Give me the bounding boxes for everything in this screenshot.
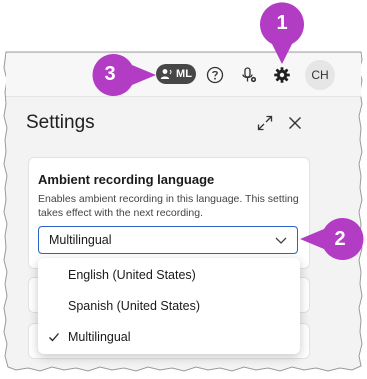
dropdown-option-label: English (United States) <box>68 268 196 282</box>
dropdown-option-english[interactable]: English (United States) <box>38 260 300 290</box>
settings-panel-title: Settings <box>26 112 95 133</box>
dropdown-option-multilingual[interactable]: Multilingual <box>38 322 300 352</box>
language-select[interactable]: Multilingual <box>38 226 298 254</box>
ambient-language-description: Enables ambient recording in this langua… <box>38 193 299 219</box>
callout-3-number: 3 <box>104 63 116 85</box>
ambient-language-title: Ambient recording language <box>38 172 215 187</box>
help-button[interactable] <box>204 64 226 86</box>
dropdown-option-spanish[interactable]: Spanish (United States) <box>38 291 300 321</box>
microphone-settings-icon <box>242 67 257 83</box>
help-icon <box>206 66 224 84</box>
language-select-value: Multilingual <box>49 233 112 247</box>
expand-icon[interactable] <box>256 114 274 132</box>
callout-3-badge <box>92 54 156 96</box>
annotated-screenshot: ML CH Settings Ambient recording languag… <box>0 0 367 379</box>
gear-icon <box>274 67 290 83</box>
callout-1-number: 1 <box>276 12 288 34</box>
microphone-settings-button[interactable] <box>238 64 260 86</box>
callout-2-number: 2 <box>334 228 346 250</box>
checkmark-icon <box>49 333 59 342</box>
dropdown-option-label: Spanish (United States) <box>68 299 201 313</box>
close-icon[interactable] <box>286 114 304 132</box>
user-avatar[interactable]: CH <box>305 60 335 90</box>
language-dropdown-menu: English (United States) Spanish (United … <box>38 258 300 354</box>
language-pill-button[interactable]: ML <box>156 64 196 84</box>
person-voice-icon <box>160 69 172 79</box>
avatar-initials: CH <box>311 68 329 82</box>
language-pill-label: ML <box>176 68 192 80</box>
dropdown-option-label: Multilingual <box>68 330 131 344</box>
chevron-down-icon <box>275 237 287 244</box>
settings-button[interactable] <box>271 64 293 86</box>
